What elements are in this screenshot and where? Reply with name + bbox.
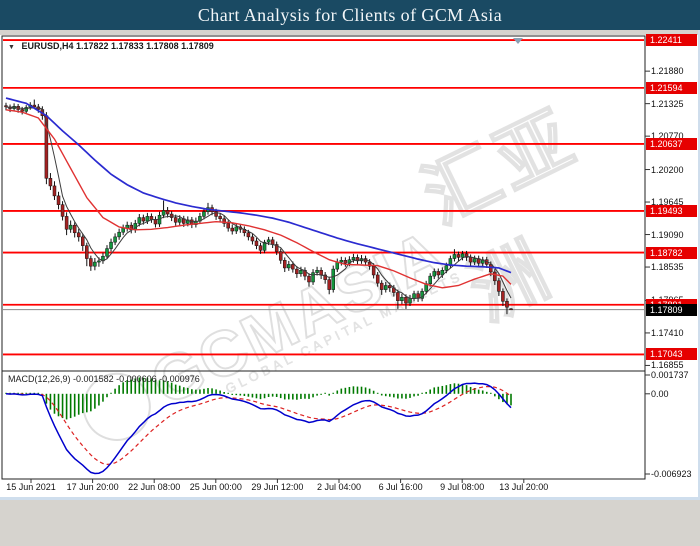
macd-main-line — [6, 383, 511, 473]
macd-indicator-label: MACD(12,26,9) -0.001582 -0.000606 -0.000… — [8, 374, 200, 384]
price-label: 1.20200 — [651, 165, 684, 175]
macd-scale-label: -0.006923 — [651, 469, 692, 479]
macd-scale-label: 0.001737 — [651, 370, 689, 380]
time-label: 2 Jul 04:00 — [317, 482, 361, 492]
time-label: 29 Jun 12:00 — [251, 482, 303, 492]
macd-value-hist: -0.000976 — [159, 374, 200, 384]
time-label: 17 Jun 20:00 — [67, 482, 119, 492]
ma-red-line — [6, 110, 511, 288]
sr-level-price-box: 1.17043 — [646, 348, 697, 360]
price-chart-canvas[interactable] — [0, 0, 700, 500]
ma-blue-line — [6, 98, 511, 273]
sr-level-price-box: 1.21594 — [646, 82, 697, 94]
time-label: 22 Jun 08:00 — [128, 482, 180, 492]
macd-scale-label: 0.00 — [651, 389, 669, 399]
macd-signal-line — [6, 387, 511, 465]
chart-shift-marker — [513, 38, 523, 44]
current-price-box: 1.17809 — [646, 304, 697, 316]
time-label: 25 Jun 00:00 — [190, 482, 242, 492]
time-label: 6 Jul 16:00 — [379, 482, 423, 492]
price-label: 1.16855 — [651, 360, 684, 370]
moving-averages-layer — [6, 98, 511, 299]
ohlc-low: 1.17808 — [146, 41, 179, 51]
sr-level-price-box: 1.18782 — [646, 247, 697, 259]
ohlc-open: 1.17822 — [76, 41, 109, 51]
sr-level-price-box: 1.20637 — [646, 138, 697, 150]
price-label: 1.17410 — [651, 328, 684, 338]
ohlc-header: ▼ EURUSD,H4 1.17822 1.17833 1.17808 1.17… — [8, 41, 214, 51]
sr-level-price-box: 1.19493 — [646, 205, 697, 217]
ohlc-high: 1.17833 — [111, 41, 144, 51]
price-label: 1.21880 — [651, 66, 684, 76]
ohlc-close: 1.17809 — [181, 41, 214, 51]
axis-ticks — [31, 71, 650, 483]
ma-fast-dark-line — [6, 107, 511, 299]
macd-name: MACD(12,26,9) — [8, 374, 71, 384]
time-label: 15 Jun 2021 — [6, 482, 56, 492]
symbol-dropdown-icon[interactable]: ▼ — [8, 44, 15, 51]
macd-indicator-layer — [6, 377, 511, 473]
time-label: 13 Jul 20:00 — [499, 482, 548, 492]
support-resistance-lines[interactable] — [3, 40, 644, 354]
price-label: 1.19090 — [651, 230, 684, 240]
macd-value-signal: -0.000606 — [116, 374, 157, 384]
time-label: 9 Jul 08:00 — [440, 482, 484, 492]
sr-level-price-box: 1.22411 — [646, 34, 697, 46]
macd-value-main: -0.001582 — [73, 374, 114, 384]
price-label: 1.21325 — [651, 99, 684, 109]
price-label: 1.18535 — [651, 262, 684, 272]
symbol-period: EURUSD,H4 — [21, 41, 73, 51]
